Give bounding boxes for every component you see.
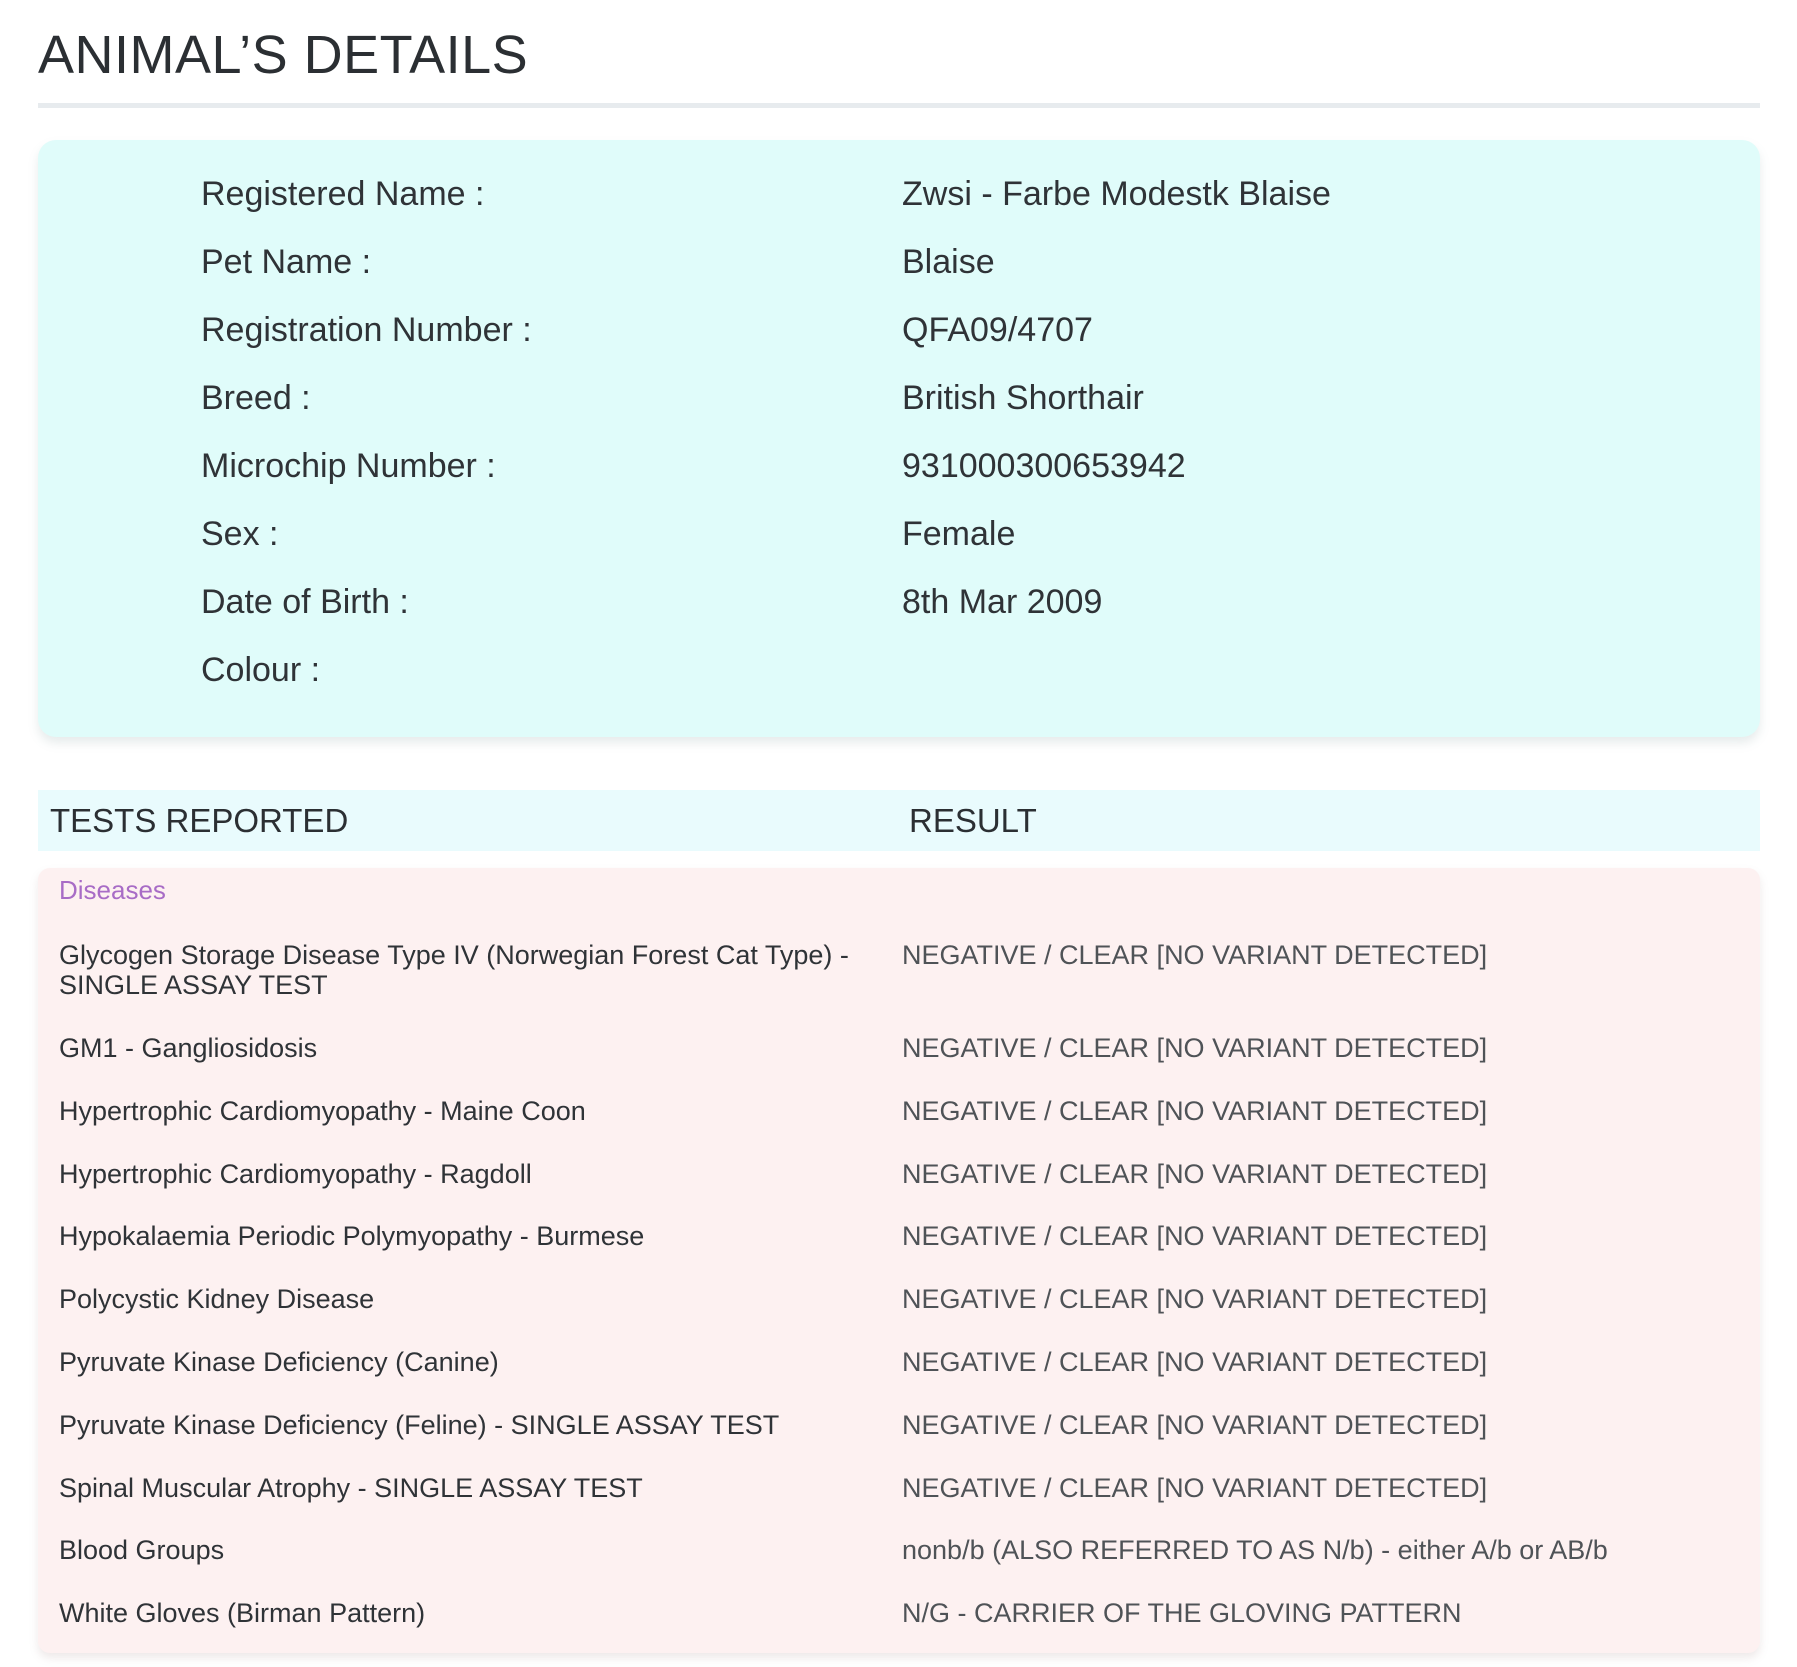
test-result: NEGATIVE / CLEAR [NO VARIANT DETECTED] [902, 1284, 1488, 1314]
test-result: NEGATIVE / CLEAR [NO VARIANT DETECTED] [902, 1033, 1488, 1063]
test-name: GM1 - Gangliosidosis [59, 1033, 318, 1063]
detail-value: British Shorthair [902, 379, 1144, 417]
test-result: N/G - CARRIER OF THE GLOVING PATTERN [902, 1598, 1462, 1628]
test-name: Blood Groups [59, 1535, 225, 1565]
detail-label: Colour : [201, 651, 321, 689]
animal-details-card: Registered Name : Zwsi - Farbe Modestk B… [38, 140, 1760, 737]
detail-row-microchip-number: Microchip Number : 931000300653942 [38, 447, 1760, 497]
test-result: NEGATIVE / CLEAR [NO VARIANT DETECTED] [902, 1096, 1488, 1126]
detail-label: Microchip Number : [201, 447, 496, 485]
test-name: White Gloves (Birman Pattern) [59, 1598, 426, 1628]
tests-table-header: TESTS REPORTED RESULT [38, 790, 1760, 851]
test-name: Hypertrophic Cardiomyopathy - Ragdoll [59, 1159, 532, 1189]
test-name: Pyruvate Kinase Deficiency (Canine) [59, 1347, 499, 1377]
detail-label: Pet Name : [201, 243, 372, 281]
detail-value: 8th Mar 2009 [902, 583, 1103, 621]
test-name: Hypertrophic Cardiomyopathy - Maine Coon [59, 1096, 586, 1126]
test-result: NEGATIVE / CLEAR [NO VARIANT DETECTED] [902, 1347, 1488, 1377]
detail-row-breed: Breed : British Shorthair [38, 379, 1760, 429]
detail-value: Female [902, 515, 1016, 553]
detail-row-sex: Sex : Female [38, 515, 1760, 565]
detail-row-pet-name: Pet Name : Blaise [38, 243, 1760, 293]
test-name: Hypokalaemia Periodic Polymyopathy - Bur… [59, 1221, 645, 1251]
detail-value: 931000300653942 [902, 447, 1186, 485]
tests-reported-header: TESTS REPORTED [50, 802, 349, 839]
detail-label: Date of Birth : [201, 583, 409, 621]
detail-label: Breed : [201, 379, 311, 417]
detail-label: Registration Number : [201, 311, 532, 349]
test-result: NEGATIVE / CLEAR [NO VARIANT DETECTED] [902, 1159, 1488, 1189]
detail-row-date-of-birth: Date of Birth : 8th Mar 2009 [38, 583, 1760, 633]
detail-row-registration-number: Registration Number : QFA09/4707 [38, 311, 1760, 361]
detail-row-colour: Colour : [38, 651, 1760, 701]
page-title: ANIMAL’S DETAILS [38, 25, 529, 85]
detail-value: Blaise [902, 243, 995, 281]
test-result: NEGATIVE / CLEAR [NO VARIANT DETECTED] [902, 1410, 1488, 1440]
test-result: NEGATIVE / CLEAR [NO VARIANT DETECTED] [902, 1473, 1488, 1503]
detail-value: QFA09/4707 [902, 311, 1093, 349]
test-name: Spinal Muscular Atrophy - SINGLE ASSAY T… [59, 1473, 643, 1503]
detail-label: Sex : [201, 515, 279, 553]
tests-results-card: Diseases Glycogen Storage Disease Type I… [38, 868, 1760, 1653]
test-name: Pyruvate Kinase Deficiency (Feline) - SI… [59, 1410, 780, 1440]
test-result: NEGATIVE / CLEAR [NO VARIANT DETECTED] [902, 940, 1488, 970]
detail-value: Zwsi - Farbe Modestk Blaise [902, 175, 1331, 213]
result-header: RESULT [909, 802, 1037, 839]
test-result: NEGATIVE / CLEAR [NO VARIANT DETECTED] [902, 1221, 1488, 1251]
test-result: nonb/b (ALSO REFERRED TO AS N/b) - eithe… [902, 1535, 1608, 1565]
diseases-section-label: Diseases [59, 875, 166, 905]
title-divider [38, 103, 1760, 108]
detail-label: Registered Name : [201, 175, 485, 213]
test-name: Glycogen Storage Disease Type IV (Norweg… [59, 940, 849, 1000]
detail-row-registered-name: Registered Name : Zwsi - Farbe Modestk B… [38, 175, 1760, 225]
test-name: Polycystic Kidney Disease [59, 1284, 375, 1314]
